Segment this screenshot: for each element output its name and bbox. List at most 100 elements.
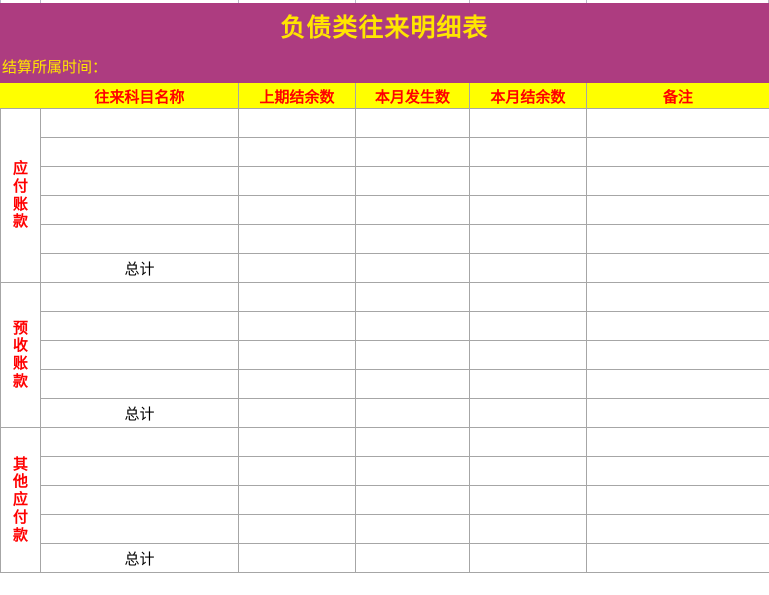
cell-remark[interactable]	[586, 282, 769, 312]
cell-prev-balance[interactable]	[238, 456, 356, 486]
cell-current-balance[interactable]	[469, 514, 587, 544]
table-row	[1, 137, 769, 167]
cell-remark[interactable]	[586, 456, 769, 486]
cell-remark[interactable]	[586, 369, 769, 399]
cell-remark[interactable]	[586, 340, 769, 370]
cell-account-name[interactable]	[40, 485, 239, 515]
cell-remark[interactable]	[586, 224, 769, 254]
cell-current-amount[interactable]	[355, 485, 470, 515]
cell-current-balance[interactable]	[469, 137, 587, 167]
table-row	[1, 514, 769, 544]
cell-prev-balance[interactable]	[238, 166, 356, 196]
cell-account-name[interactable]: 总计	[40, 398, 239, 428]
cell-current-amount[interactable]	[355, 398, 470, 428]
cell-current-balance[interactable]	[469, 166, 587, 196]
cell-remark[interactable]	[586, 311, 769, 341]
cell-remark[interactable]	[586, 137, 769, 167]
cell-account-name[interactable]	[40, 108, 239, 138]
cell-prev-balance[interactable]	[238, 311, 356, 341]
cell-account-name[interactable]	[40, 514, 239, 544]
cell-current-amount[interactable]	[355, 514, 470, 544]
cell-remark[interactable]	[586, 427, 769, 457]
cell-current-balance[interactable]	[469, 485, 587, 515]
cell-prev-balance[interactable]	[238, 253, 356, 283]
group-label-char: 预	[12, 318, 28, 337]
cell-current-amount[interactable]	[355, 543, 470, 573]
column-divider-tick	[238, 0, 239, 3]
group-label-char: 款	[12, 525, 28, 544]
cell-account-name[interactable]	[40, 369, 239, 399]
cell-prev-balance[interactable]	[238, 195, 356, 225]
cell-account-name[interactable]	[40, 137, 239, 167]
cell-account-name[interactable]	[40, 282, 239, 312]
header-cell-group	[0, 83, 41, 109]
cell-account-name[interactable]: 总计	[40, 253, 239, 283]
title-row: 负债类往来明细表	[0, 3, 769, 51]
cell-remark[interactable]	[586, 253, 769, 283]
cell-current-balance[interactable]	[469, 456, 587, 486]
cell-prev-balance[interactable]	[238, 514, 356, 544]
cell-account-name[interactable]	[40, 340, 239, 370]
cell-prev-balance[interactable]	[238, 427, 356, 457]
cell-current-balance[interactable]	[469, 282, 587, 312]
cell-prev-balance[interactable]	[238, 282, 356, 312]
cell-prev-balance[interactable]	[238, 108, 356, 138]
cell-account-name[interactable]: 总计	[40, 543, 239, 573]
cell-current-amount[interactable]	[355, 166, 470, 196]
cell-current-amount[interactable]	[355, 369, 470, 399]
cell-remark[interactable]	[586, 485, 769, 515]
cell-current-amount[interactable]	[355, 427, 470, 457]
cell-current-balance[interactable]	[469, 398, 587, 428]
cell-current-balance[interactable]	[469, 543, 587, 573]
group-label-vertical-text: 其他应付款	[1, 455, 40, 544]
table-row	[1, 340, 769, 370]
cell-current-amount[interactable]	[355, 253, 470, 283]
cell-current-balance[interactable]	[469, 369, 587, 399]
table-total-row: 总计	[1, 253, 769, 283]
cell-account-name[interactable]	[40, 166, 239, 196]
cell-prev-balance[interactable]	[238, 485, 356, 515]
cell-current-amount[interactable]	[355, 340, 470, 370]
cell-prev-balance[interactable]	[238, 340, 356, 370]
cell-prev-balance[interactable]	[238, 137, 356, 167]
header-cell-current-amount: 本月发生数	[355, 83, 470, 109]
cell-remark[interactable]	[586, 166, 769, 196]
cell-current-balance[interactable]	[469, 340, 587, 370]
table-row: 其他应付款	[0, 427, 769, 573]
period-row: 结算所属时间：	[0, 51, 769, 83]
cell-prev-balance[interactable]	[238, 369, 356, 399]
cell-remark[interactable]	[586, 543, 769, 573]
cell-account-name[interactable]	[40, 311, 239, 341]
cell-current-amount[interactable]	[355, 137, 470, 167]
group-label-char: 他	[12, 472, 28, 491]
table-total-row: 总计	[1, 398, 769, 428]
cell-remark[interactable]	[586, 108, 769, 138]
cell-current-amount[interactable]	[355, 282, 470, 312]
cell-remark[interactable]	[586, 398, 769, 428]
cell-remark[interactable]	[586, 195, 769, 225]
cell-current-amount[interactable]	[355, 108, 470, 138]
table-row	[1, 369, 769, 399]
cell-account-name[interactable]	[40, 195, 239, 225]
cell-current-balance[interactable]	[469, 427, 587, 457]
cell-account-name[interactable]	[40, 456, 239, 486]
cell-current-amount[interactable]	[355, 224, 470, 254]
cell-current-balance[interactable]	[469, 224, 587, 254]
cell-current-balance[interactable]	[469, 311, 587, 341]
cell-prev-balance[interactable]	[238, 543, 356, 573]
spreadsheet-sheet: 负债类往来明细表 结算所属时间： 往来科目名称 上期结余数 本月发生数 本月结余…	[0, 0, 769, 595]
cell-current-amount[interactable]	[355, 456, 470, 486]
report-banner: 负债类往来明细表 结算所属时间：	[0, 3, 769, 83]
cell-current-balance[interactable]	[469, 253, 587, 283]
cell-current-balance[interactable]	[469, 108, 587, 138]
group-label-vertical-text: 应付账款	[1, 159, 40, 231]
cell-current-balance[interactable]	[469, 195, 587, 225]
cell-remark[interactable]	[586, 514, 769, 544]
cell-current-amount[interactable]	[355, 311, 470, 341]
cell-account-name[interactable]	[40, 427, 239, 457]
cell-current-amount[interactable]	[355, 195, 470, 225]
cell-prev-balance[interactable]	[238, 398, 356, 428]
cell-account-name[interactable]	[40, 224, 239, 254]
cell-prev-balance[interactable]	[238, 224, 356, 254]
column-divider-tick	[586, 0, 587, 3]
